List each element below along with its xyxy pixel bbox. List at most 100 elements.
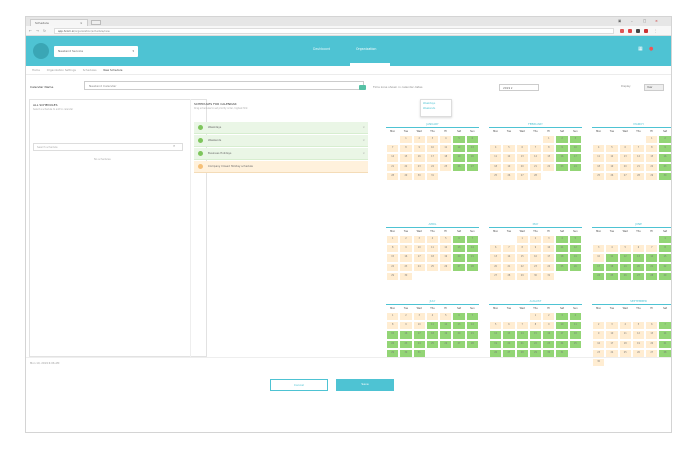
day-cell[interactable]: 23 (528, 262, 543, 272)
day-cell[interactable]: 11 (592, 153, 606, 163)
day-cell[interactable]: 28 (465, 262, 479, 272)
day-cell[interactable]: 24 (412, 262, 426, 272)
day-cell[interactable]: 9 (658, 144, 671, 154)
day-cell[interactable]: 11 (568, 321, 582, 331)
day-cell[interactable]: 19 (568, 253, 582, 263)
day-cell[interactable]: 17 (555, 330, 569, 340)
maximize-icon[interactable]: □ (643, 19, 646, 23)
day-cell[interactable]: 24 (412, 339, 426, 349)
day-cell[interactable]: 18 (605, 262, 619, 272)
breadcrumb-home[interactable]: Home (32, 68, 40, 72)
day-cell[interactable]: 17 (412, 330, 426, 340)
day-cell[interactable]: 18 (439, 153, 453, 163)
day-cell[interactable]: 21 (528, 162, 543, 172)
day-cell[interactable]: 29 (515, 271, 529, 281)
close-tab-icon[interactable]: × (80, 21, 83, 25)
day-cell[interactable]: 18 (618, 339, 632, 349)
grid-icon[interactable]: ▦ (638, 46, 643, 52)
reload-icon[interactable]: ↻ (43, 29, 46, 33)
day-cell[interactable]: 3 (592, 244, 606, 254)
day-cell[interactable]: 19 (439, 330, 453, 340)
day-cell[interactable]: 17 (425, 153, 440, 163)
day-cell[interactable]: 2 (592, 321, 606, 331)
schedule-item[interactable]: Weekdays × (194, 122, 368, 134)
save-button[interactable]: Save (336, 379, 394, 391)
timezone-toggle[interactable] (359, 85, 366, 90)
day-cell[interactable]: 22 (645, 162, 659, 172)
day-cell[interactable]: 11 (605, 253, 619, 263)
day-cell[interactable]: 9 (592, 330, 606, 340)
day-cell[interactable]: 18 (555, 253, 569, 263)
tab-dashboard[interactable]: Dashboard (313, 47, 330, 51)
day-cell[interactable]: 14 (658, 330, 671, 340)
day-cell[interactable]: 26 (618, 271, 632, 281)
day-cell[interactable]: 16 (399, 253, 413, 263)
day-cell[interactable]: 28 (502, 271, 516, 281)
tab-organization[interactable]: Organization (356, 47, 376, 51)
day-cell[interactable]: 5 (489, 321, 503, 331)
day-cell[interactable]: 26 (605, 171, 619, 181)
day-cell[interactable]: 24 (542, 262, 556, 272)
day-cell[interactable]: 20 (489, 262, 503, 272)
day-cell[interactable]: 21 (465, 253, 479, 263)
day-cell[interactable]: 19 (452, 153, 466, 163)
day-cell[interactable]: 16 (528, 253, 543, 263)
day-cell[interactable]: 10 (592, 253, 606, 263)
schedule-item[interactable]: Weekends × (194, 135, 368, 147)
day-cell[interactable]: 23 (542, 339, 556, 349)
day-cell[interactable]: 20 (452, 253, 466, 263)
day-cell[interactable]: 15 (528, 330, 543, 340)
day-cell[interactable]: 25 (489, 171, 503, 181)
day-cell[interactable]: 15 (542, 153, 556, 163)
avatar[interactable]: ● (649, 46, 653, 52)
day-cell[interactable]: 13 (452, 244, 466, 254)
day-cell[interactable]: 5 (452, 135, 466, 145)
day-cell[interactable]: 27 (618, 171, 632, 181)
day-cell[interactable]: 19 (439, 253, 453, 263)
day-cell[interactable]: 11 (425, 321, 440, 331)
day-cell[interactable]: 26 (502, 171, 516, 181)
day-cell[interactable]: 20 (645, 339, 659, 349)
day-cell[interactable]: 16 (412, 153, 426, 163)
day-cell[interactable]: 20 (465, 153, 479, 163)
day-cell[interactable]: 30 (592, 357, 606, 368)
day-cell[interactable]: 11 (489, 153, 503, 163)
day-cell[interactable]: 8 (528, 321, 543, 331)
back-icon[interactable]: ← (29, 29, 32, 33)
day-cell[interactable]: 16 (542, 330, 556, 340)
day-cell[interactable]: 2 (399, 235, 413, 245)
day-cell[interactable]: 14 (465, 244, 479, 254)
day-cell[interactable]: 27 (452, 262, 466, 272)
schedule-item[interactable]: Company Closed Holiday schedule (194, 161, 368, 173)
day-cell[interactable]: 23 (399, 339, 413, 349)
day-cell[interactable]: 6 (452, 235, 466, 245)
day-cell[interactable]: 23 (412, 162, 426, 172)
day-cell[interactable]: 1 (399, 135, 413, 145)
day-cell[interactable]: 22 (386, 339, 400, 349)
minimize-icon[interactable]: – (631, 19, 633, 23)
year-select[interactable]: 2019 ▾ (499, 84, 539, 91)
day-cell[interactable]: 29 (658, 271, 671, 281)
calendar-name-input[interactable]: Newland Calendar (84, 81, 364, 90)
day-cell[interactable]: 8 (386, 321, 400, 331)
day-cell[interactable]: 18 (425, 253, 440, 263)
day-cell[interactable]: 30 (399, 271, 413, 281)
day-cell[interactable]: 5 (439, 312, 453, 322)
app-logo[interactable] (33, 43, 49, 59)
day-cell[interactable]: 12 (605, 153, 619, 163)
day-cell[interactable]: 16 (592, 339, 606, 349)
day-cell[interactable]: 19 (631, 339, 646, 349)
day-cell[interactable]: 19 (618, 262, 632, 272)
organization-selector[interactable]: Newland Service ▾ (54, 46, 138, 57)
day-cell[interactable]: 22 (515, 262, 529, 272)
day-cell[interactable]: 20 (631, 262, 646, 272)
day-cell[interactable]: 27 (631, 271, 646, 281)
day-cell[interactable]: 20 (618, 162, 632, 172)
day-cell[interactable]: 14 (515, 330, 529, 340)
day-cell[interactable]: 9 (528, 244, 543, 254)
day-cell[interactable]: 10 (412, 321, 426, 331)
schedule-search-input[interactable]: Search schedule (33, 143, 183, 151)
day-cell[interactable]: 20 (452, 330, 466, 340)
day-cell[interactable]: 25 (555, 262, 569, 272)
day-cell[interactable]: 12 (502, 153, 516, 163)
